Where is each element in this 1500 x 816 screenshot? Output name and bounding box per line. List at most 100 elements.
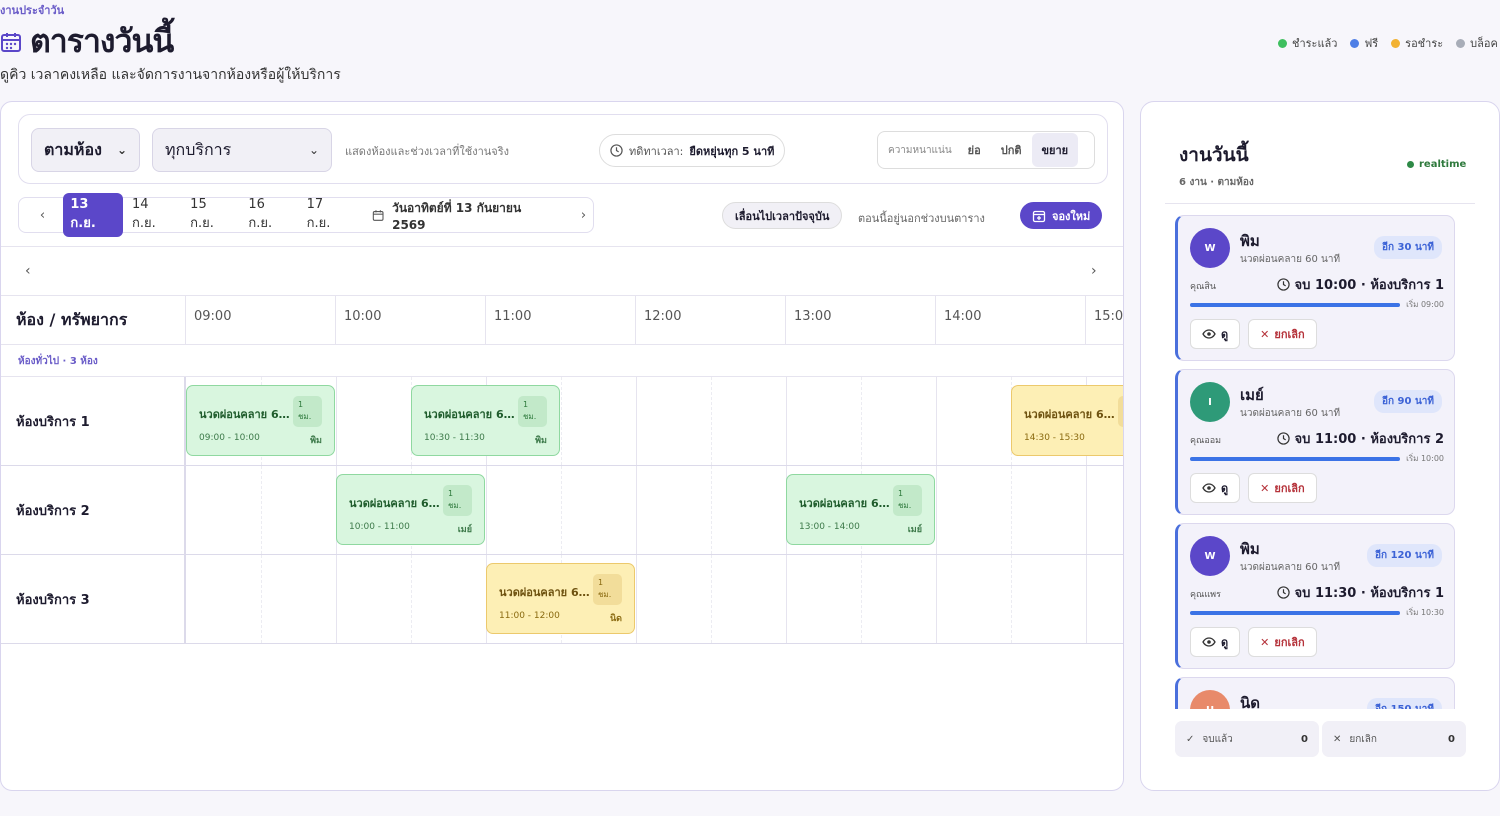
clock-icon — [610, 144, 623, 157]
booking-block[interactable]: นวดผ่อนคลาย 60... 1 ชม. 13:00 - 14:00 เมย์ — [786, 474, 935, 545]
job-start-time: เริ่ม 10:30 — [1406, 608, 1444, 617]
booking-time: 09:00 - 10:00 — [199, 433, 260, 443]
hour-header: 13:00 — [786, 296, 936, 345]
job-actions: ดู ✕ ยกเลิก — [1190, 319, 1317, 349]
grid-line — [411, 555, 412, 643]
view-button[interactable]: ดู — [1190, 473, 1241, 503]
hour-header: 10:00 — [336, 296, 486, 345]
service-select[interactable]: ทุกบริการ ⌄ — [152, 128, 332, 172]
progress-fill — [1190, 611, 1400, 615]
room-row: ห้องบริการ 2 นวดผ่อนคลาย 60... 1 ชม. 10:00 … — [1, 466, 1123, 555]
scroll-right-icon[interactable]: › — [1091, 263, 1097, 279]
job-staff-name: นิด — [1240, 694, 1260, 709]
grid-line — [1086, 555, 1087, 643]
cancel-button[interactable]: ✕ ยกเลิก — [1248, 319, 1317, 349]
density-option-expanded[interactable]: ขยาย — [1031, 133, 1079, 167]
hour-header: 15:00 — [1086, 296, 1123, 345]
toolbar-hint: แสดงห้องและช่วงเวลาที่ใช้งานจริง — [345, 145, 510, 158]
cancel-button[interactable]: ✕ ยกเลิก — [1248, 473, 1317, 503]
realtime-indicator: realtime — [1407, 159, 1466, 170]
tolerance-label: ทดิทาเวลา: — [629, 144, 684, 158]
status-legend: ชำระแล้ว ฟรี รอชำระ บล็อค — [1278, 34, 1500, 52]
scroll-left-icon[interactable]: ‹ — [25, 263, 31, 279]
view-label: ดู — [1221, 482, 1229, 495]
view-button[interactable]: ดู — [1190, 319, 1241, 349]
duration-badge: 1 ชม. — [443, 485, 472, 516]
page-title: ตารางวันนี้ — [30, 22, 174, 60]
job-staff-name: พิม — [1240, 232, 1260, 250]
grid-line — [711, 466, 712, 554]
hour-header: 12:00 — [636, 296, 786, 345]
new-booking-label: จองใหม่ — [1052, 209, 1091, 223]
progress-fill — [1190, 457, 1400, 461]
grid-line — [561, 466, 562, 554]
side-subtitle: 6 งาน · ตามห้อง — [1179, 177, 1254, 188]
grid-line — [861, 555, 862, 643]
calendar-plus-icon — [1032, 210, 1046, 222]
legend-label: ฟรี — [1364, 37, 1379, 50]
avatar: I — [1190, 382, 1230, 422]
tolerance-pill[interactable]: ทดิทาเวลา: ยืดหยุ่นทุก 5 นาที — [599, 134, 786, 167]
live-dot-icon — [1407, 161, 1414, 168]
chevron-right-icon[interactable]: › — [574, 208, 593, 223]
day-tab-15[interactable]: 15 ก.ย. — [183, 193, 239, 237]
duration-badge: 1 ชม. — [1118, 396, 1123, 427]
grid-line — [711, 555, 712, 643]
cancel-button[interactable]: ✕ ยกเลิก — [1248, 627, 1317, 657]
booking-time: 13:00 - 14:00 — [799, 522, 860, 532]
grid-line — [1086, 466, 1087, 554]
booking-title: นวดผ่อนคลาย 60... — [799, 497, 896, 510]
room-row: ห้องบริการ 3 นวดผ่อนคลาย 60... 1 ชม. 11:00 … — [1, 555, 1123, 644]
full-date: วันอาทิตย์ที่ 13 กันยายน 2569 — [392, 200, 522, 232]
legend-item: บล็อค — [1456, 34, 1498, 52]
booking-block[interactable]: นวดผ่อนคลาย 60...1 ชม. 14:30 - 15:30 — [1011, 385, 1123, 456]
new-booking-button[interactable]: จองใหม่ — [1020, 202, 1103, 229]
booking-block[interactable]: นวดผ่อนคลาย 60... 1 ชม. 10:30 - 11:30 พิม — [411, 385, 560, 456]
eye-icon — [1202, 329, 1216, 339]
booking-block[interactable]: นวดผ่อนคลาย 60... 1 ชม. 10:00 - 11:00 เมย์ — [336, 474, 485, 545]
hour-header: 09:00 — [186, 296, 336, 345]
job-card: W พิม นวดผ่อนคลาย 60 นาที อีก 120 นาที คุณแพ… — [1175, 523, 1455, 669]
view-button[interactable]: ดู — [1190, 627, 1241, 657]
job-actions: ดู ✕ ยกเลิก — [1190, 627, 1317, 657]
chevron-down-icon: ⌄ — [116, 143, 127, 157]
room-group-label: ห้องทั่วไป · 3 ห้อง — [18, 356, 98, 367]
jump-to-now-button[interactable]: เลื่อนไปเวลาปัจจุบัน — [722, 202, 843, 229]
progress-fill — [1190, 303, 1400, 307]
density-option-normal[interactable]: ปกติ — [991, 133, 1032, 167]
room-row: ห้องบริการ 1 นวดผ่อนคลาย 60... 1 ชม. 09:00 … — [1, 377, 1123, 466]
day-tab-16[interactable]: 16 ก.ย. — [241, 193, 297, 237]
day-tab-13[interactable]: 13 ก.ย. — [63, 193, 123, 237]
legend-label: บล็อค — [1470, 37, 1498, 50]
grid-line — [636, 555, 637, 643]
booking-title: นวดผ่อนคลาย 60... — [1024, 408, 1121, 421]
legend-item: ฟรี — [1350, 34, 1378, 52]
grid-line — [561, 377, 562, 465]
job-service: นวดผ่อนคลาย 60 นาที — [1240, 254, 1341, 265]
calendar-icon — [1, 32, 21, 52]
day-tab-17[interactable]: 17 ก.ย. — [300, 193, 356, 237]
filter-toolbar: ตามห้อง ⌄ ทุกบริการ ⌄ แสดงห้องและช่วงเวล… — [18, 114, 1108, 184]
job-end-label: จบ 11:30 · ห้องบริการ 1 — [1294, 586, 1444, 601]
room-name: ห้องบริการ 3 — [1, 555, 186, 643]
view-select[interactable]: ตามห้อง ⌄ — [31, 128, 140, 172]
date-picker[interactable]: วันอาทิตย์ที่ 13 กันยายน 2569 — [372, 199, 550, 232]
day-tab-14[interactable]: 14 ก.ย. — [125, 193, 181, 237]
booking-block[interactable]: นวดผ่อนคลาย 60... 1 ชม. 11:00 - 12:00 นิด — [486, 563, 635, 634]
booking-time: 10:00 - 11:00 — [349, 522, 410, 532]
job-customer: คุณแพร — [1190, 590, 1221, 600]
legend-item: รอชำระ — [1391, 34, 1443, 52]
schedule-grid: ห้อง / ทรัพยากร 09:00 10:00 11:00 12:00 13:0… — [1, 296, 1123, 646]
chevron-left-icon[interactable]: ‹ — [33, 208, 52, 223]
hour-header: 14:00 — [936, 296, 1086, 345]
progress-bar — [1190, 457, 1400, 461]
density-option-compact[interactable]: ย่อ — [958, 133, 991, 167]
booking-staff: พิม — [310, 436, 322, 446]
booking-block[interactable]: นวดผ่อนคลาย 60... 1 ชม. 09:00 - 10:00 พิม — [186, 385, 335, 456]
job-staff-name: เมย์ — [1240, 386, 1264, 404]
job-start-time: เริ่ม 09:00 — [1406, 300, 1444, 309]
eye-icon — [1202, 637, 1216, 647]
booking-staff: พิม — [535, 436, 547, 446]
job-service: นวดผ่อนคลาย 60 นาที — [1240, 408, 1341, 419]
booking-title: นวดผ่อนคลาย 60... — [349, 497, 446, 510]
